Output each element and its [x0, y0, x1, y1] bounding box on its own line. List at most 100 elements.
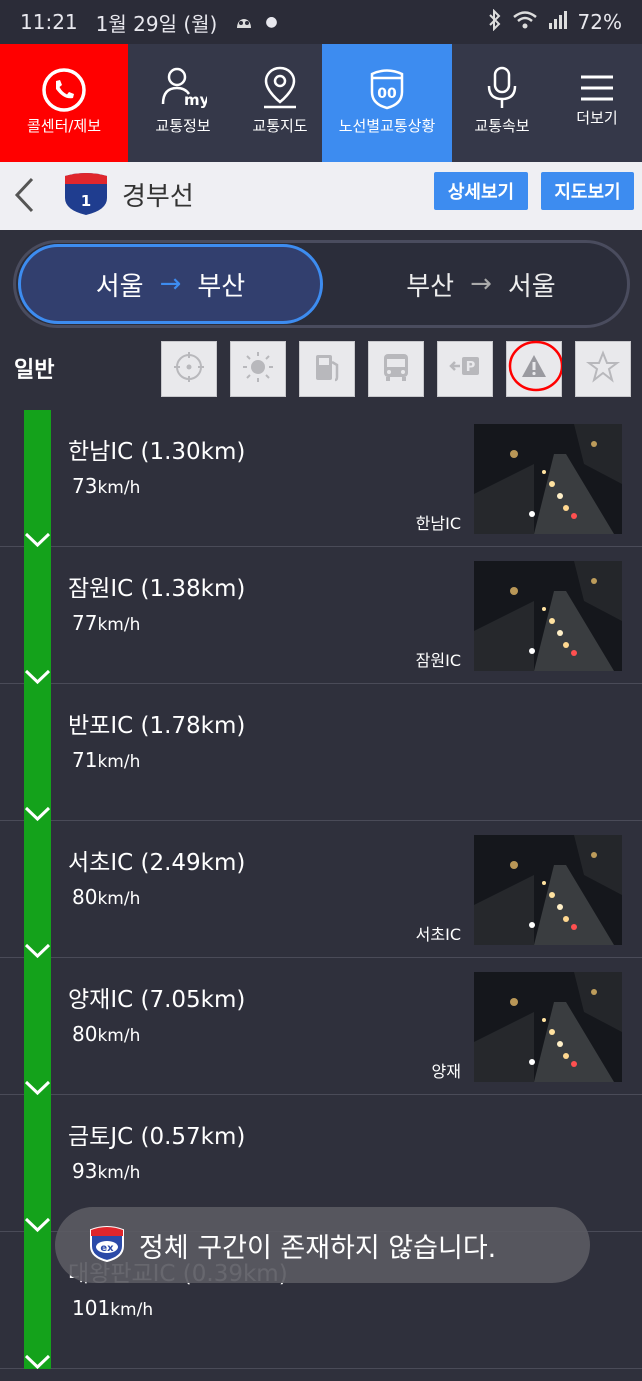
bus-icon [379, 350, 413, 388]
section-title: 반포IC (1.78km) [68, 713, 246, 739]
nav-route-traffic[interactable]: 00 노선별교통상황 [322, 44, 452, 162]
speed-value: 93 [72, 1159, 98, 1183]
svg-text:P: P [466, 360, 476, 375]
flow-status-bar [24, 1095, 51, 1232]
toast-text: 정체 구간이 존재하지 않습니다. [139, 1232, 497, 1264]
section-row[interactable]: 반포IC (1.78km) 71km/h [0, 684, 642, 822]
flow-status-bar [24, 1232, 51, 1369]
section-row[interactable]: 잠원IC (1.38km) 77km/h 잠원IC [0, 547, 642, 685]
nav-traffic-speed[interactable]: 교통속보 [452, 44, 552, 162]
arrow-right-icon: → [159, 269, 182, 299]
direction-busan-seoul[interactable]: 부산 → 서울 [336, 244, 626, 324]
phone-icon [40, 66, 88, 118]
speed-value: 73 [72, 474, 98, 498]
chevron-down-icon [24, 1354, 51, 1374]
section-speed: 80km/h [72, 1022, 140, 1046]
filter-row: 일반 P [0, 336, 642, 402]
filter-incident-button[interactable] [506, 340, 564, 397]
detail-view-button[interactable]: 상세보기 [434, 172, 528, 210]
cctv-label: 잠원IC [415, 651, 461, 670]
speed-unit: km/h [97, 752, 141, 772]
chevron-down-icon [24, 669, 51, 689]
wifi-icon [512, 10, 538, 35]
nav-traffic-info[interactable]: my 교통정보 [128, 44, 238, 162]
bluetooth-icon [488, 8, 502, 36]
section-title: 서초IC (2.49km) [68, 850, 246, 876]
flow-status-bar [24, 547, 51, 684]
direction-active-from: 서울 [95, 271, 144, 302]
app-root: { "status_bar": { "time": "11:21", "date… [0, 0, 642, 1381]
route-number: 1 [81, 192, 91, 210]
flow-status-bar [24, 821, 51, 958]
nav-traffic-map[interactable]: 교통지도 [238, 44, 322, 162]
filter-parking-button[interactable]: P [437, 341, 493, 397]
flow-status-bar [24, 958, 51, 1095]
fuel-icon [310, 350, 344, 388]
filter-favorite-button[interactable] [575, 341, 631, 397]
section-row[interactable]: 한남IC (1.30km) 73km/h 한남IC [0, 410, 642, 548]
route-icon-text: 00 [377, 86, 397, 102]
section-speed: 80km/h [72, 885, 140, 909]
top-nav: 콜센터/제보 my 교통정보 교통지도 00 노선별교통상황 교통속보 더보기 [0, 44, 642, 162]
direction-inactive-from: 부산 [406, 271, 455, 302]
direction-inactive-to: 서울 [507, 271, 556, 302]
ex-logo-text: ex [100, 1243, 114, 1254]
parking-icon: P [448, 350, 482, 388]
toast-message: ex 정체 구간이 존재하지 않습니다. [55, 1207, 590, 1283]
chevron-down-icon [24, 1217, 51, 1237]
speed-value: 77 [72, 611, 98, 635]
speed-unit: km/h [97, 889, 141, 909]
map-pin-icon [260, 66, 300, 114]
map-view-button[interactable]: 지도보기 [541, 172, 634, 210]
chevron-down-icon [24, 1080, 51, 1100]
cctv-label: 한남IC [415, 514, 461, 533]
direction-seoul-busan[interactable]: 서울 → 부산 [18, 244, 323, 324]
ex-logo-icon: ex [89, 1224, 125, 1266]
nav-traffic-speed-label: 교통속보 [474, 117, 530, 135]
nav-more-label: 더보기 [576, 109, 618, 127]
route-shield-icon: 00 [367, 66, 407, 114]
section-speed: 77km/h [72, 611, 140, 635]
flow-status-bar [24, 684, 51, 821]
star-icon [586, 350, 620, 388]
cctv-label: 양재 [431, 1062, 461, 1081]
sun-icon [241, 350, 275, 388]
back-arrow-icon[interactable] [12, 176, 38, 218]
filter-gas-station-button[interactable] [299, 341, 355, 397]
chevron-down-icon [24, 806, 51, 826]
nav-call-center[interactable]: 콜센터/제보 [0, 44, 128, 162]
cctv-thumbnail[interactable] [474, 972, 622, 1082]
speed-unit: km/h [97, 615, 141, 635]
cctv-thumbnail[interactable] [474, 561, 622, 671]
filter-weather-button[interactable] [230, 341, 286, 397]
speed-unit: km/h [97, 1163, 141, 1183]
section-speed: 71km/h [72, 748, 140, 772]
cctv-label: 서초IC [415, 925, 461, 944]
nav-traffic-info-label: 교통정보 [155, 117, 211, 135]
section-speed: 73km/h [72, 474, 140, 498]
section-row[interactable]: 양재IC (7.05km) 80km/h 양재 [0, 958, 642, 1096]
nav-call-center-label: 콜센터/제보 [26, 117, 102, 135]
direction-active-to: 부산 [197, 271, 246, 302]
filter-bus-button[interactable] [368, 341, 424, 397]
section-speed: 93km/h [72, 1159, 140, 1183]
cctv-thumbnail[interactable] [474, 835, 622, 945]
route-header: 1 경부선 상세보기 지도보기 [0, 162, 642, 230]
nav-more[interactable]: 더보기 [552, 44, 642, 162]
speed-value: 71 [72, 748, 98, 772]
notification-icon [233, 10, 255, 35]
filter-label: 일반 [14, 358, 55, 383]
speed-unit: km/h [110, 1300, 154, 1320]
chevron-down-icon [24, 943, 51, 963]
dot-icon: ● [265, 14, 278, 30]
status-bar: 11:21 1월 29일 (월) ● 72% [0, 0, 642, 44]
signal-icon [548, 10, 568, 35]
speed-value: 80 [72, 885, 98, 909]
status-time: 11:21 [20, 10, 78, 34]
microphone-icon [485, 66, 519, 114]
cctv-thumbnail[interactable] [474, 424, 622, 534]
section-row[interactable]: 서초IC (2.49km) 80km/h 서초IC [0, 821, 642, 959]
nav-traffic-map-label: 교통지도 [252, 117, 308, 135]
filter-cctv-button[interactable] [161, 341, 217, 397]
section-title: 잠원IC (1.38km) [68, 576, 246, 602]
